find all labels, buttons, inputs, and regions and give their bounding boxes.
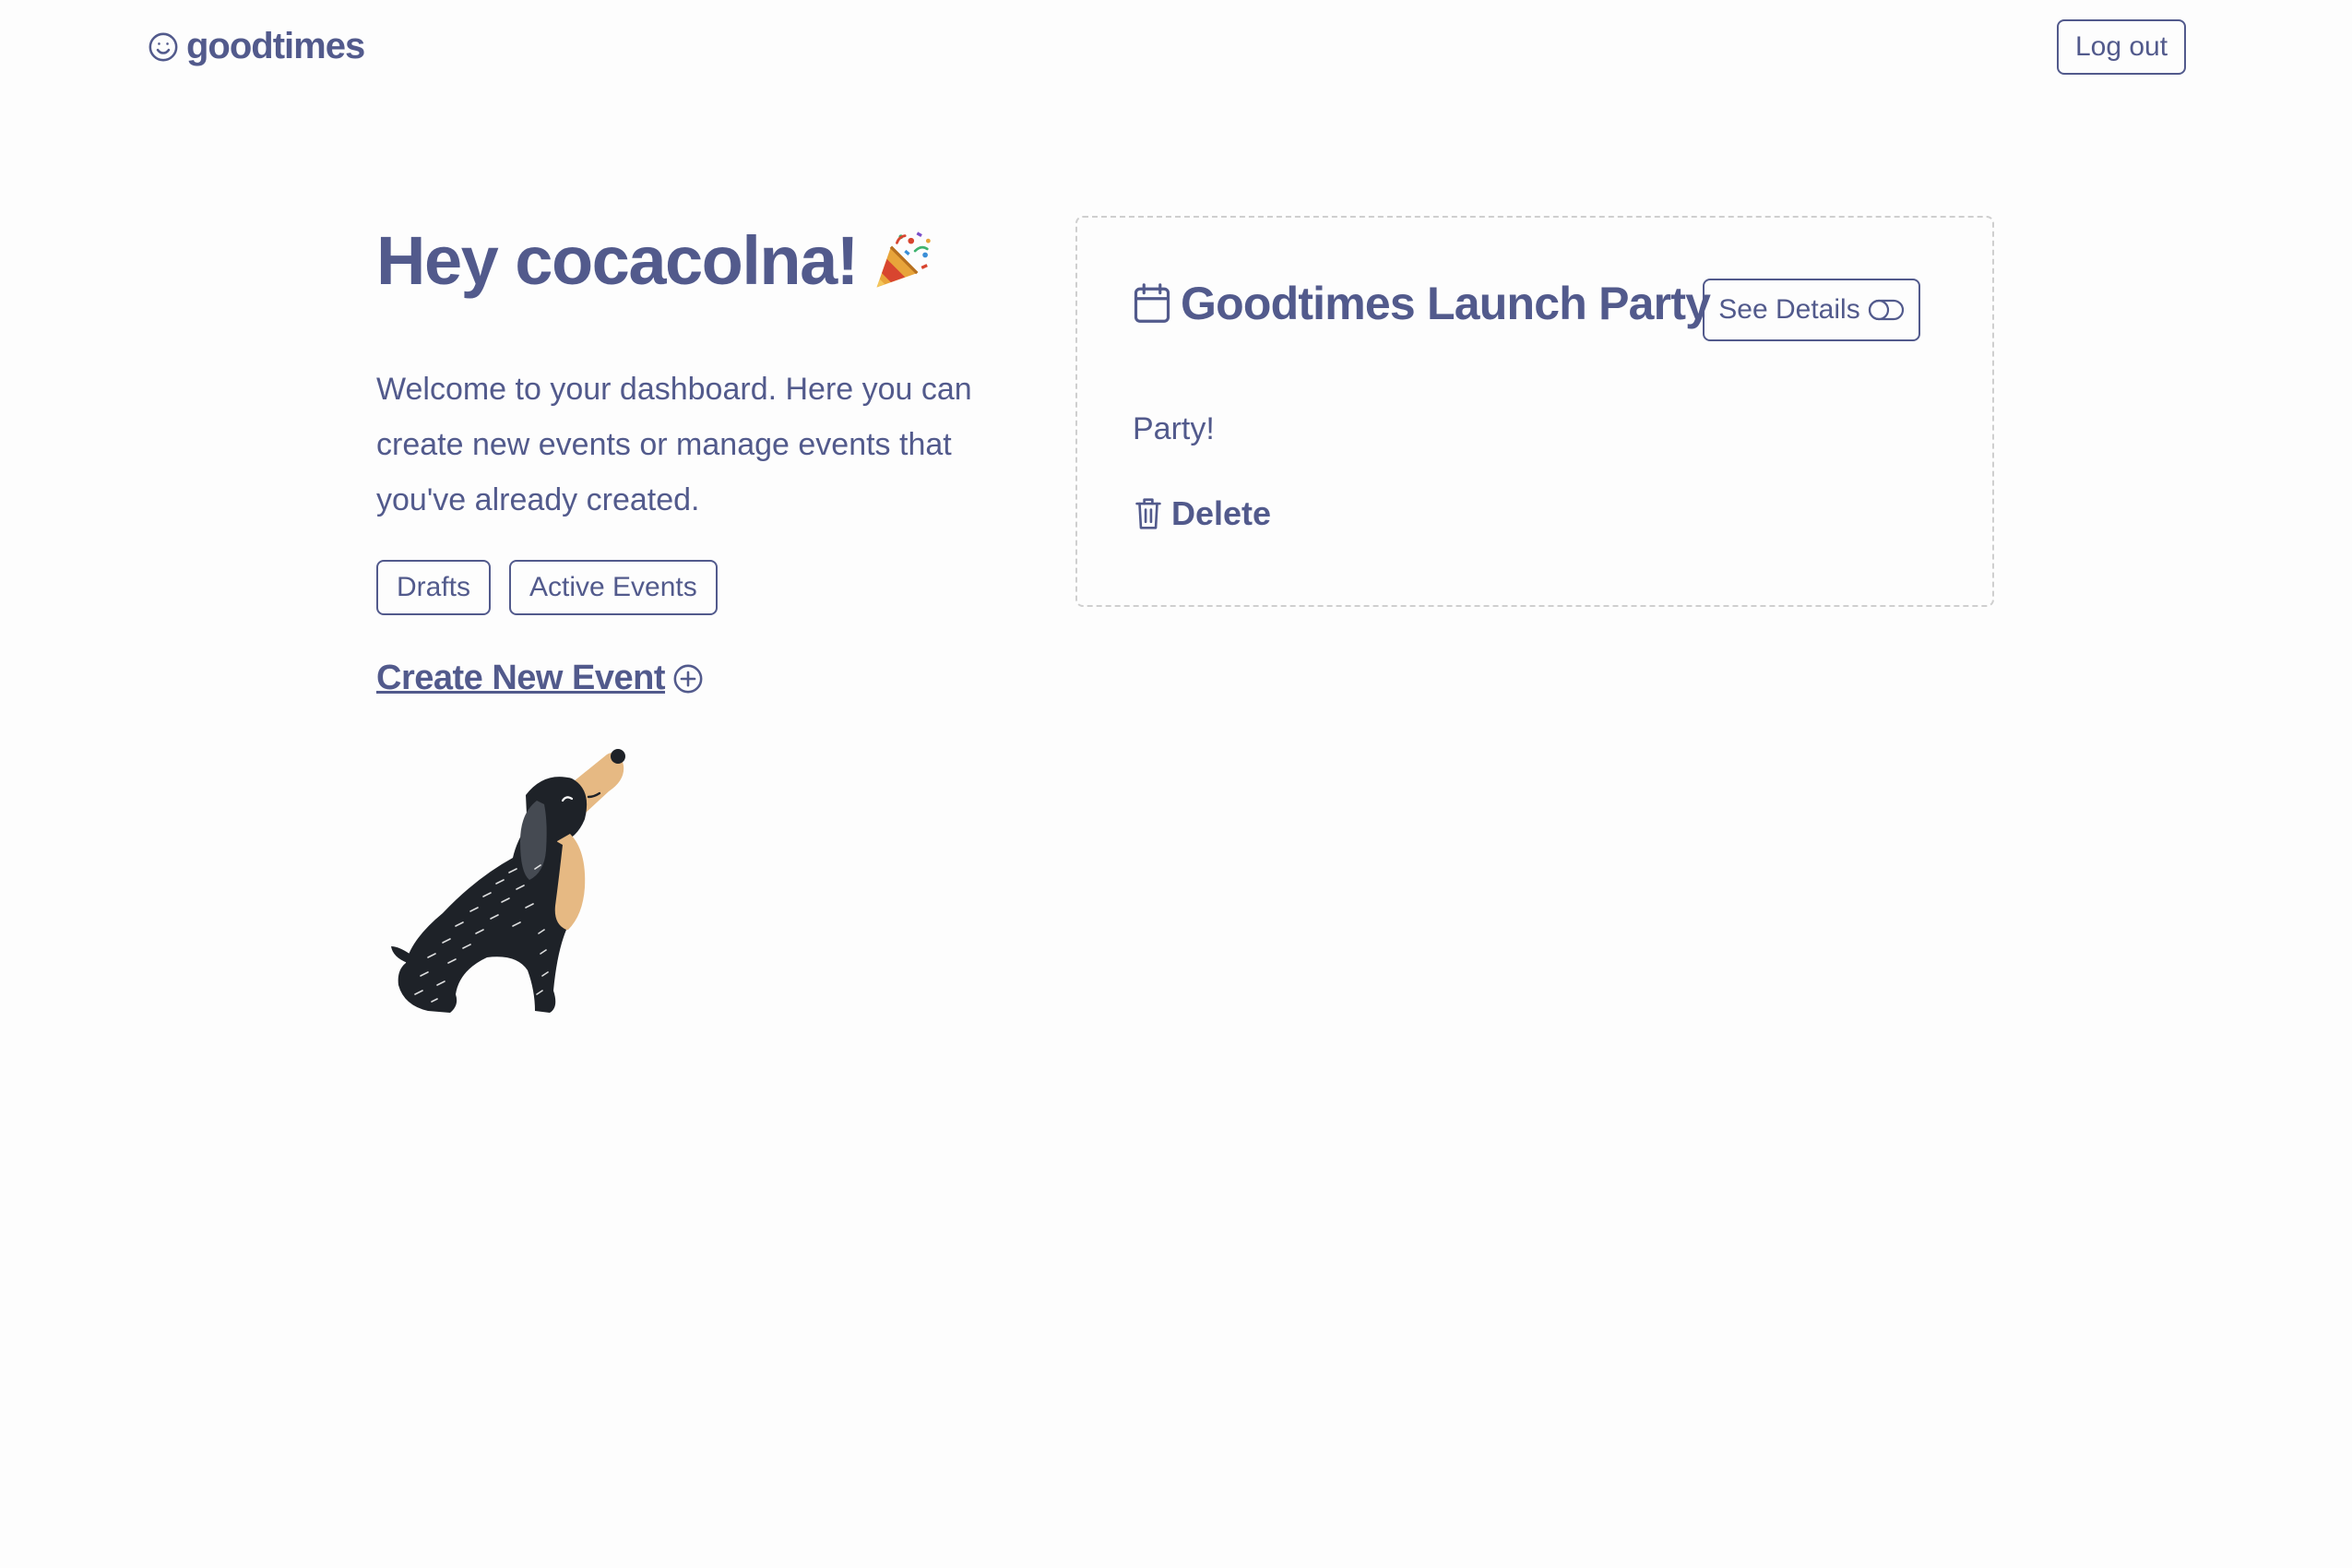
logo-link[interactable]: goodtimes: [148, 26, 365, 67]
toggle-icon: [1868, 299, 1904, 321]
see-details-button[interactable]: See Details: [1703, 279, 1920, 341]
event-filters: Drafts Active Events: [376, 560, 718, 615]
greeting: Hey cocacolna!: [376, 221, 935, 300]
calendar-icon: [1134, 283, 1170, 323]
trash-icon: [1135, 498, 1161, 529]
smiley-icon: [148, 32, 178, 61]
event-title: Goodtimes Launch Party: [1181, 278, 1711, 329]
active-events-button[interactable]: Active Events: [509, 560, 718, 615]
logout-button[interactable]: Log out: [2057, 19, 2186, 75]
drafts-button[interactable]: Drafts: [376, 560, 492, 615]
create-event-link[interactable]: Create New Event: [376, 659, 704, 698]
event-description: Party!: [1133, 411, 1215, 446]
event-card: Goodtimes Launch Party See Details Party…: [1075, 216, 1994, 607]
see-details-label: See Details: [1718, 294, 1860, 325]
page-title: Hey cocacolna!: [376, 222, 859, 299]
plus-circle-icon: [673, 664, 703, 693]
intro-text: Welcome to your dashboard. Here you can …: [376, 372, 972, 517]
dog-illustration: [391, 749, 625, 1013]
event-header: Goodtimes Launch Party: [1133, 277, 1711, 330]
logo-text: goodtimes: [186, 26, 365, 66]
dashboard-page: goodtimes Log out Hey cocacolna! Welcome…: [0, 0, 2352, 1568]
create-event-label: Create New Event: [376, 659, 666, 697]
delete-button[interactable]: Delete: [1134, 494, 1271, 533]
party-popper-icon: [876, 231, 931, 287]
delete-label: Delete: [1171, 494, 1272, 532]
